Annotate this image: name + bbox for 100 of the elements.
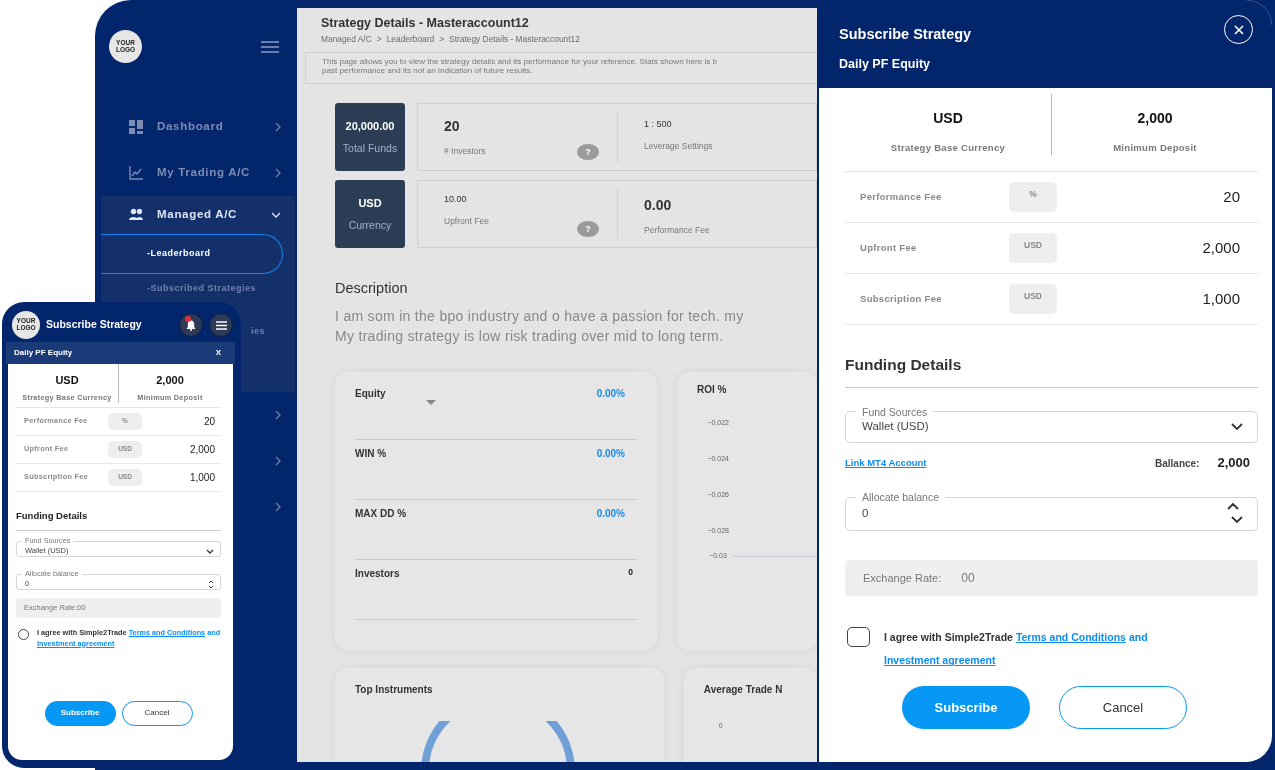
stat-value: 0.00 bbox=[644, 196, 672, 216]
fee-label: Performance Fee bbox=[860, 190, 943, 205]
fund-source-select[interactable]: Fund Sources Wallet (USD) bbox=[845, 405, 1258, 444]
balance-value: 2,000 bbox=[1217, 454, 1250, 473]
stat-label: Leverage Settings bbox=[644, 139, 713, 153]
stat-value: 20,000.00 bbox=[345, 119, 395, 135]
breadcrumb-separator: > bbox=[376, 32, 382, 46]
chevron-right-icon[interactable] bbox=[275, 502, 281, 512]
fee-value: 20 bbox=[1222, 187, 1240, 207]
metric-label: Equity bbox=[355, 388, 386, 400]
help-button[interactable]: ? bbox=[577, 221, 599, 238]
description-text: My trading strategy is low risk trading over mid to long term. bbox=[335, 327, 725, 347]
stat-label: Performance Fee bbox=[644, 224, 710, 238]
fee-label: Upfront Fee bbox=[860, 241, 918, 256]
spinner-arrows-icon[interactable] bbox=[1227, 503, 1243, 524]
metric-value: 0.00% bbox=[596, 507, 625, 522]
stat-value: 10.00 bbox=[444, 193, 467, 207]
sidebar-item[interactable]: My Trading A/C bbox=[101, 150, 295, 196]
checkbox[interactable] bbox=[847, 627, 870, 648]
menu-button[interactable] bbox=[209, 313, 233, 337]
chevron-down-icon[interactable] bbox=[271, 212, 281, 218]
agreement-text: I agree with Simple2Trade Terms and Conditions and Investment agreement bbox=[884, 630, 1149, 669]
chevron-right-icon[interactable] bbox=[275, 410, 281, 420]
metric-value: 0.00% bbox=[596, 447, 625, 462]
metric-label: MAX DD % bbox=[355, 508, 407, 520]
balance-label: Ballance: bbox=[1155, 456, 1200, 471]
stat-label: # Investors bbox=[444, 145, 486, 159]
chart-title: Average Trade N bbox=[703, 683, 784, 698]
chevron-down-icon bbox=[206, 548, 214, 554]
close-button[interactable]: X bbox=[215, 347, 221, 359]
field-value: Wallet (USD) bbox=[862, 419, 930, 435]
breadcrumb-link[interactable]: Leaderboard bbox=[386, 32, 435, 46]
chevron-right-icon[interactable] bbox=[275, 456, 281, 466]
field-value: 00 bbox=[961, 570, 975, 588]
section-heading: Funding Details bbox=[845, 353, 1258, 388]
field-label: Fund Sources bbox=[861, 405, 929, 419]
dialog-title: Daily PF Equity bbox=[14, 347, 73, 359]
unit-tag: USD bbox=[1009, 284, 1057, 315]
field-label: Exchange Rate: bbox=[863, 571, 942, 587]
cancel-button[interactable]: Cancel bbox=[1059, 686, 1187, 730]
subscribe-button[interactable]: Subscribe bbox=[902, 686, 1030, 730]
summary-label: Strategy Base Currency bbox=[890, 141, 1006, 155]
bell-icon bbox=[186, 319, 196, 331]
users-icon bbox=[129, 208, 143, 222]
panel-title: Subscribe Strategy bbox=[839, 25, 972, 44]
section-heading: Description bbox=[335, 279, 409, 299]
stat-label: Currency bbox=[348, 217, 392, 233]
fee-value: 20 bbox=[202, 415, 215, 430]
metric-value: 0.00% bbox=[596, 387, 625, 402]
chart-title: Top Instruments bbox=[355, 683, 434, 698]
menu-icon[interactable] bbox=[261, 40, 279, 53]
chart-icon bbox=[129, 166, 143, 180]
field-value: 0 bbox=[862, 505, 870, 521]
link[interactable]: Terms and Conditions bbox=[1015, 631, 1126, 644]
chevron-right-icon[interactable] bbox=[275, 168, 281, 178]
number-field[interactable]: Allocate balance 0 bbox=[845, 490, 1258, 532]
summary-value: USD bbox=[55, 373, 79, 388]
stat-value: 1 : 500 bbox=[644, 118, 672, 132]
dashboard-icon bbox=[129, 120, 143, 134]
link[interactable]: Investment agreement bbox=[884, 654, 996, 667]
chart-title: ROI % bbox=[697, 383, 728, 398]
info-text: This page allows you to view the strategy details and its performance for your reference. Stats shown here is b bbox=[322, 58, 718, 67]
help-button[interactable]: ? bbox=[577, 144, 599, 161]
summary-value: 2,000 bbox=[1137, 109, 1173, 128]
fee-value: 1,000 bbox=[188, 471, 215, 486]
chevron-right-icon[interactable] bbox=[275, 122, 281, 132]
notification-button[interactable] bbox=[179, 313, 203, 337]
app-title: Subscribe Strategy bbox=[46, 317, 143, 333]
unit-tag: USD bbox=[1009, 233, 1057, 264]
section-heading: Funding Details bbox=[16, 509, 221, 531]
summary-value: USD bbox=[933, 109, 963, 128]
submenu-item[interactable]: ies bbox=[251, 325, 265, 339]
metric-label: Investors bbox=[355, 568, 400, 580]
field-label: Allocate balance bbox=[861, 490, 941, 504]
cancel-button[interactable]: Cancel bbox=[121, 700, 193, 726]
stat-label: Upfront Fee bbox=[444, 214, 489, 228]
summary-value: 2,000 bbox=[156, 373, 184, 388]
unit-tag: % bbox=[1009, 182, 1057, 213]
info-text: past performance and its not an indication of future results. bbox=[322, 66, 533, 76]
sidebar-item[interactable]: Managed A/C bbox=[101, 196, 295, 234]
summary-label: Minimum Deposit bbox=[1113, 141, 1197, 155]
fee-value: 2,000 bbox=[1201, 238, 1240, 258]
fee-label: Subscription Fee bbox=[860, 292, 943, 307]
description-text: I am som in the bpo industry and o have a passion for tech. my bbox=[335, 307, 745, 327]
chevron-down-icon bbox=[1231, 422, 1243, 431]
link[interactable]: Link MT4 Account bbox=[845, 455, 927, 471]
panel-subtitle: Daily PF Equity bbox=[839, 56, 931, 73]
stat-label: Total Funds bbox=[342, 140, 398, 156]
breadcrumb-separator: > bbox=[439, 32, 445, 46]
stat-value: USD bbox=[358, 196, 382, 212]
subscribe-button[interactable]: Subscribe bbox=[44, 700, 116, 726]
sidebar-item[interactable]: Dashboard bbox=[101, 104, 295, 150]
dropdown-caret-icon[interactable] bbox=[425, 400, 436, 406]
close-icon bbox=[1233, 24, 1244, 35]
spinner-arrows-icon[interactable] bbox=[208, 579, 214, 589]
stat-value: 20 bbox=[444, 117, 460, 137]
submenu-item[interactable]: -Subscribed Strategies bbox=[101, 274, 295, 304]
submenu-item[interactable]: -Leaderboard bbox=[101, 234, 283, 274]
fee-value: 2,000 bbox=[188, 443, 215, 458]
breadcrumb-link[interactable]: Managed A/C bbox=[321, 32, 372, 46]
